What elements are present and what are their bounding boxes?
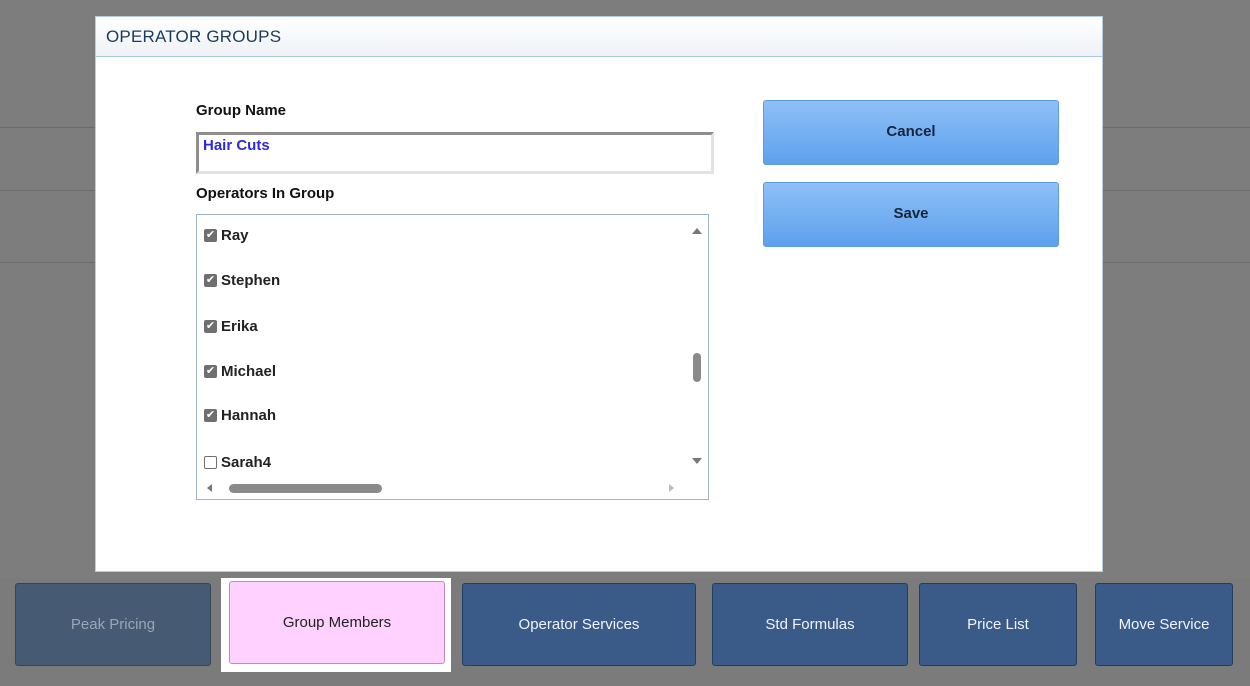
tab-group-members[interactable]: Group Members — [229, 581, 445, 664]
operator-groups-dialog: OPERATOR GROUPS Group Name Hair Cuts Ope… — [95, 16, 1103, 572]
cancel-button[interactable]: Cancel — [763, 100, 1059, 165]
footer-bar — [0, 672, 1250, 686]
checkbox-checked-icon[interactable]: ✔ — [204, 273, 217, 287]
operator-item-hannah[interactable]: ✔ Hannah — [204, 405, 276, 425]
operator-item-michael[interactable]: ✔ Michael — [204, 361, 276, 381]
group-name-value: Hair Cuts — [203, 137, 270, 154]
checkbox-checked-icon[interactable]: ✔ — [204, 228, 217, 242]
checkbox-checked-icon[interactable]: ✔ — [204, 319, 217, 333]
group-name-label: Group Name — [196, 102, 287, 119]
tab-std-formulas[interactable]: Std Formulas — [712, 583, 908, 666]
operator-item-stephen[interactable]: ✔ Stephen — [204, 270, 280, 290]
tab-operator-services[interactable]: Operator Services — [462, 583, 696, 666]
save-button[interactable]: Save — [763, 182, 1059, 247]
horizontal-scrollbar-thumb[interactable] — [229, 484, 382, 493]
tab-price-list[interactable]: Price List — [919, 583, 1077, 666]
tab-move-service[interactable]: Move Service — [1095, 583, 1233, 666]
operators-listbox[interactable]: ✔ Ray ✔ Stephen ✔ Erika ✔ Michael ✔ Hann… — [196, 214, 709, 500]
operator-item-erika[interactable]: ✔ Erika — [204, 316, 258, 336]
dialog-title: OPERATOR GROUPS — [106, 26, 282, 46]
checkbox-unchecked-icon[interactable] — [204, 455, 217, 469]
scroll-left-arrow-icon[interactable] — [207, 484, 212, 492]
operator-name: Stephen — [221, 271, 281, 289]
group-name-input[interactable]: Hair Cuts — [196, 132, 714, 174]
operator-name: Erika — [221, 317, 258, 335]
scroll-up-arrow-icon[interactable] — [692, 228, 702, 234]
scroll-right-arrow-icon[interactable] — [669, 484, 674, 492]
operators-in-group-label: Operators In Group — [196, 185, 335, 202]
operator-item-sarah4[interactable]: Sarah4 — [204, 452, 271, 472]
checkbox-checked-icon[interactable]: ✔ — [204, 408, 217, 422]
operator-name: Michael — [221, 362, 277, 380]
scroll-down-arrow-icon[interactable] — [692, 458, 702, 464]
tab-peak-pricing[interactable]: Peak Pricing — [15, 583, 211, 666]
operator-name: Sarah4 — [221, 453, 272, 471]
checkbox-checked-icon[interactable]: ✔ — [204, 364, 217, 378]
dialog-header: OPERATOR GROUPS — [96, 17, 1102, 57]
operator-name: Ray — [221, 226, 249, 244]
operator-item-ray[interactable]: ✔ Ray — [204, 225, 249, 245]
operator-name: Hannah — [221, 406, 277, 424]
vertical-scrollbar-thumb[interactable] — [693, 353, 701, 382]
